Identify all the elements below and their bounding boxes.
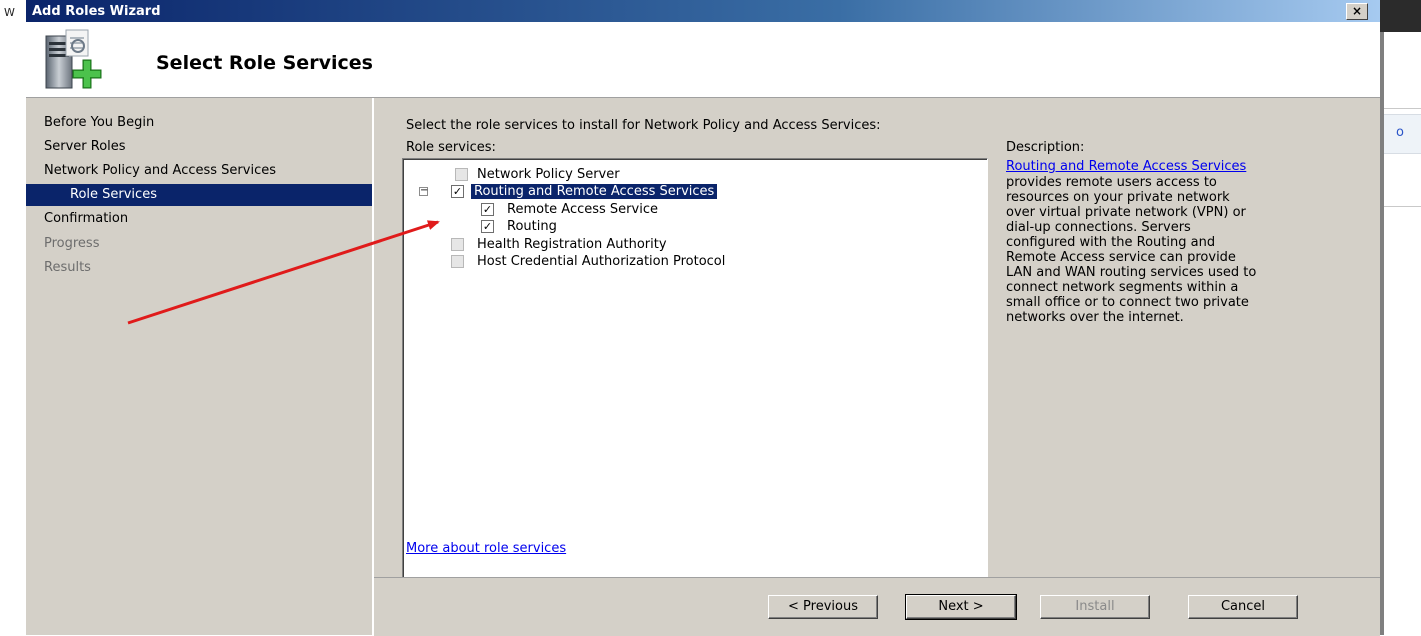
collapse-icon[interactable]: − xyxy=(419,186,428,196)
background-link-text[interactable]: o xyxy=(1396,125,1404,140)
background-divider xyxy=(1384,206,1421,207)
tree-item-label: Network Policy Server xyxy=(477,167,620,182)
description-line: dial-up connections. Servers xyxy=(1006,220,1191,235)
description-line: LAN and WAN routing services used to xyxy=(1006,265,1257,280)
tree-item-network-policy-server[interactable]: Network Policy Server xyxy=(403,166,903,184)
add-roles-wizard-window: Add Roles Wizard × Select Role Services … xyxy=(26,0,1380,636)
description-line: small office or to connect two private xyxy=(1006,295,1249,310)
window-title: Add Roles Wizard xyxy=(32,4,161,19)
previous-button[interactable]: < Previous xyxy=(768,595,878,619)
next-button[interactable]: Next > xyxy=(905,594,1017,620)
description-line: provides remote users access to xyxy=(1006,175,1217,190)
tree-item-routing[interactable]: ✓ Routing xyxy=(403,218,903,236)
description-line: configured with the Routing and xyxy=(1006,235,1216,250)
role-services-tree[interactable]: Network Policy Server − ✓ Routing and Re… xyxy=(402,158,988,634)
background-window-left: W xyxy=(0,0,26,635)
background-link-band: o xyxy=(1384,114,1421,154)
page-title: Select Role Services xyxy=(156,52,373,74)
tree-item-remote-access-service[interactable]: ✓ Remote Access Service xyxy=(403,201,903,219)
nav-step-network-policy[interactable]: Network Policy and Access Services xyxy=(44,163,276,178)
background-titlebar xyxy=(1380,0,1421,32)
title-bar[interactable]: Add Roles Wizard × xyxy=(26,0,1380,22)
tree-item-label: Remote Access Service xyxy=(507,202,658,217)
nav-step-confirmation[interactable]: Confirmation xyxy=(44,211,128,226)
server-add-icon xyxy=(45,29,102,89)
nav-step-before-you-begin[interactable]: Before You Begin xyxy=(44,115,154,130)
description-line: connect network segments within a xyxy=(1006,280,1239,295)
cancel-button[interactable]: Cancel xyxy=(1188,595,1298,619)
nav-step-progress: Progress xyxy=(44,236,100,251)
wizard-footer: < Previous Next > Install Cancel xyxy=(374,577,1380,636)
description-line: resources on your private network xyxy=(1006,190,1230,205)
description-label: Description: xyxy=(1006,140,1085,155)
description-title-link[interactable]: Routing and Remote Access Services xyxy=(1006,159,1246,174)
install-button: Install xyxy=(1040,595,1150,619)
tree-item-label: Host Credential Authorization Protocol xyxy=(477,254,726,269)
instruction-text: Select the role services to install for … xyxy=(406,118,881,133)
checkbox[interactable] xyxy=(451,255,464,268)
tree-item-health-registration[interactable]: Health Registration Authority xyxy=(403,236,903,254)
tree-item-routing-remote-access[interactable]: − ✓ Routing and Remote Access Services xyxy=(403,183,903,201)
close-button[interactable]: × xyxy=(1346,3,1368,20)
nav-step-server-roles[interactable]: Server Roles xyxy=(44,139,126,154)
nav-step-role-services[interactable]: Role Services xyxy=(26,184,372,206)
wizard-step-nav: Before You Begin Server Roles Network Po… xyxy=(26,98,374,635)
wizard-header: Select Role Services xyxy=(26,22,1380,98)
nav-step-label: Role Services xyxy=(70,187,157,202)
description-line: over virtual private network (VPN) or xyxy=(1006,205,1246,220)
tree-item-label: Routing xyxy=(507,219,557,234)
tree-item-label: Health Registration Authority xyxy=(477,237,667,252)
checkbox[interactable]: ✓ xyxy=(451,185,464,198)
checkbox[interactable]: ✓ xyxy=(481,203,494,216)
description-text: provides remote users access to resource… xyxy=(1006,175,1336,325)
background-window-text: W xyxy=(4,6,15,19)
more-about-role-services-link[interactable]: More about role services xyxy=(406,541,566,556)
nav-step-results: Results xyxy=(44,260,91,275)
checkbox[interactable] xyxy=(451,238,464,251)
description-line: networks over the internet. xyxy=(1006,310,1184,325)
tree-item-label: Routing and Remote Access Services xyxy=(471,184,718,199)
tree-item-host-credential[interactable]: Host Credential Authorization Protocol xyxy=(403,253,903,271)
description-line: Remote Access service can provide xyxy=(1006,250,1236,265)
checkbox[interactable] xyxy=(455,168,468,181)
background-divider xyxy=(1384,108,1421,109)
background-window-right: o xyxy=(1380,0,1421,635)
checkbox[interactable]: ✓ xyxy=(481,220,494,233)
main-content: Select the role services to install for … xyxy=(374,98,1380,634)
role-services-label: Role services: xyxy=(406,140,496,155)
